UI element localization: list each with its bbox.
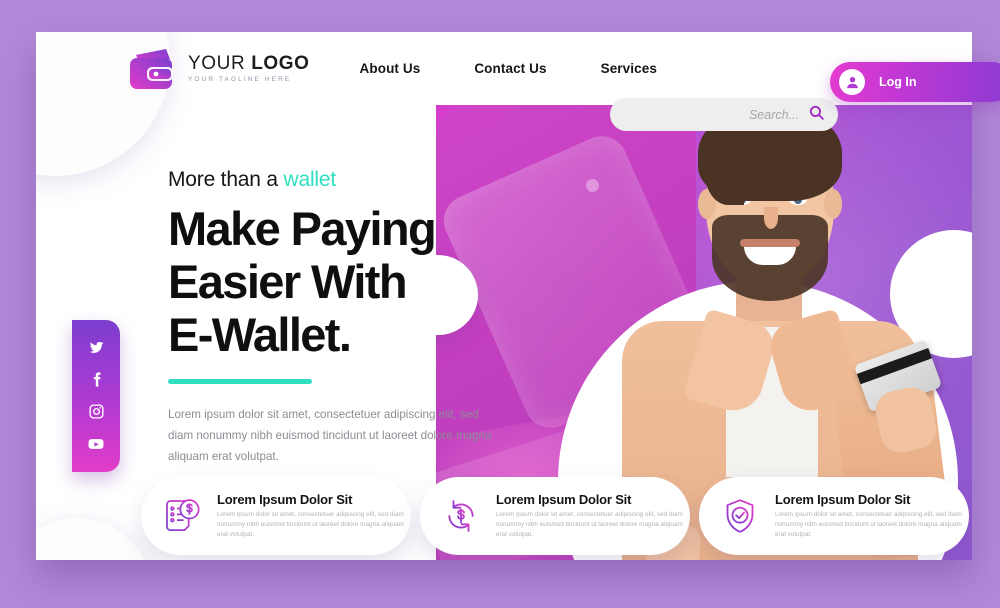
feature-title: Lorem Ipsum Dolor Sit bbox=[775, 492, 911, 507]
instagram-icon[interactable] bbox=[88, 403, 105, 420]
invoice-dollar-icon bbox=[159, 493, 205, 539]
social-links-rail bbox=[72, 320, 120, 472]
headline-line-3: E-Wallet. bbox=[168, 308, 352, 361]
feature-title: Lorem Ipsum Dolor Sit bbox=[496, 492, 632, 507]
youtube-icon[interactable] bbox=[87, 435, 105, 453]
facebook-icon[interactable] bbox=[88, 371, 105, 388]
logo-tagline: YOUR TAGLINE HERE bbox=[188, 75, 292, 83]
hero-body-text: Lorem ipsum dolor sit amet, consectetuer… bbox=[168, 408, 492, 463]
feature-card-3[interactable]: Lorem Ipsum Dolor Sit Lorem ipsum dolor … bbox=[699, 477, 969, 555]
shield-check-icon bbox=[717, 493, 763, 539]
nav-item-about-us[interactable]: About Us bbox=[360, 61, 421, 76]
feature-card-list: Lorem Ipsum Dolor Sit Lorem ipsum dolor … bbox=[141, 477, 969, 555]
headline-line-1: Make Paying bbox=[168, 202, 437, 255]
logo-title: YOUR LOGO bbox=[188, 52, 310, 74]
login-label: Log In bbox=[879, 75, 917, 89]
person-nose bbox=[764, 207, 778, 229]
top-navigation-bar: YOUR LOGO YOUR TAGLINE HERE About Us Con… bbox=[36, 32, 972, 105]
feature-body: Lorem ipsum dolor sit amet, consectetuer… bbox=[217, 511, 404, 538]
hero-eyebrow: More than a wallet bbox=[168, 168, 337, 191]
feature-card-2[interactable]: Lorem Ipsum Dolor Sit Lorem ipsum dolor … bbox=[420, 477, 690, 555]
headline-line-2: Easier With bbox=[168, 255, 408, 308]
twitter-icon[interactable] bbox=[88, 339, 105, 356]
hero-copy: More than a wallet Make Paying Easier Wi… bbox=[168, 168, 518, 467]
person-upper-lip bbox=[740, 239, 800, 247]
page-root: YOUR LOGO YOUR TAGLINE HERE About Us Con… bbox=[0, 0, 1000, 608]
wallet-icon bbox=[126, 47, 178, 91]
feature-body: Lorem ipsum dolor sit amet, consectetuer… bbox=[775, 511, 962, 538]
feature-card-1[interactable]: Lorem Ipsum Dolor Sit Lorem ipsum dolor … bbox=[141, 477, 411, 555]
hero-headline: Make Paying Easier With E-Wallet. bbox=[168, 202, 518, 361]
user-avatar-icon bbox=[839, 69, 865, 95]
search-placeholder: Search... bbox=[748, 107, 799, 122]
hero-eyebrow-highlight: wallet bbox=[283, 168, 337, 191]
nav-item-contact-us[interactable]: Contact Us bbox=[474, 61, 546, 76]
login-button[interactable]: Log In bbox=[830, 62, 1000, 102]
feature-title: Lorem Ipsum Dolor Sit bbox=[217, 492, 353, 507]
decorative-circle-bottom-left bbox=[36, 518, 152, 560]
landing-card: YOUR LOGO YOUR TAGLINE HERE About Us Con… bbox=[36, 32, 972, 560]
exchange-dollar-icon bbox=[438, 493, 484, 539]
nav-item-services[interactable]: Services bbox=[601, 61, 657, 76]
search-icon[interactable] bbox=[808, 104, 825, 126]
accent-rule bbox=[168, 379, 312, 384]
feature-body: Lorem ipsum dolor sit amet, consectetuer… bbox=[496, 511, 683, 538]
person-ear-right bbox=[824, 189, 842, 219]
main-nav: About Us Contact Us Services bbox=[360, 61, 657, 76]
brand-logo[interactable]: YOUR LOGO YOUR TAGLINE HERE bbox=[126, 47, 310, 91]
